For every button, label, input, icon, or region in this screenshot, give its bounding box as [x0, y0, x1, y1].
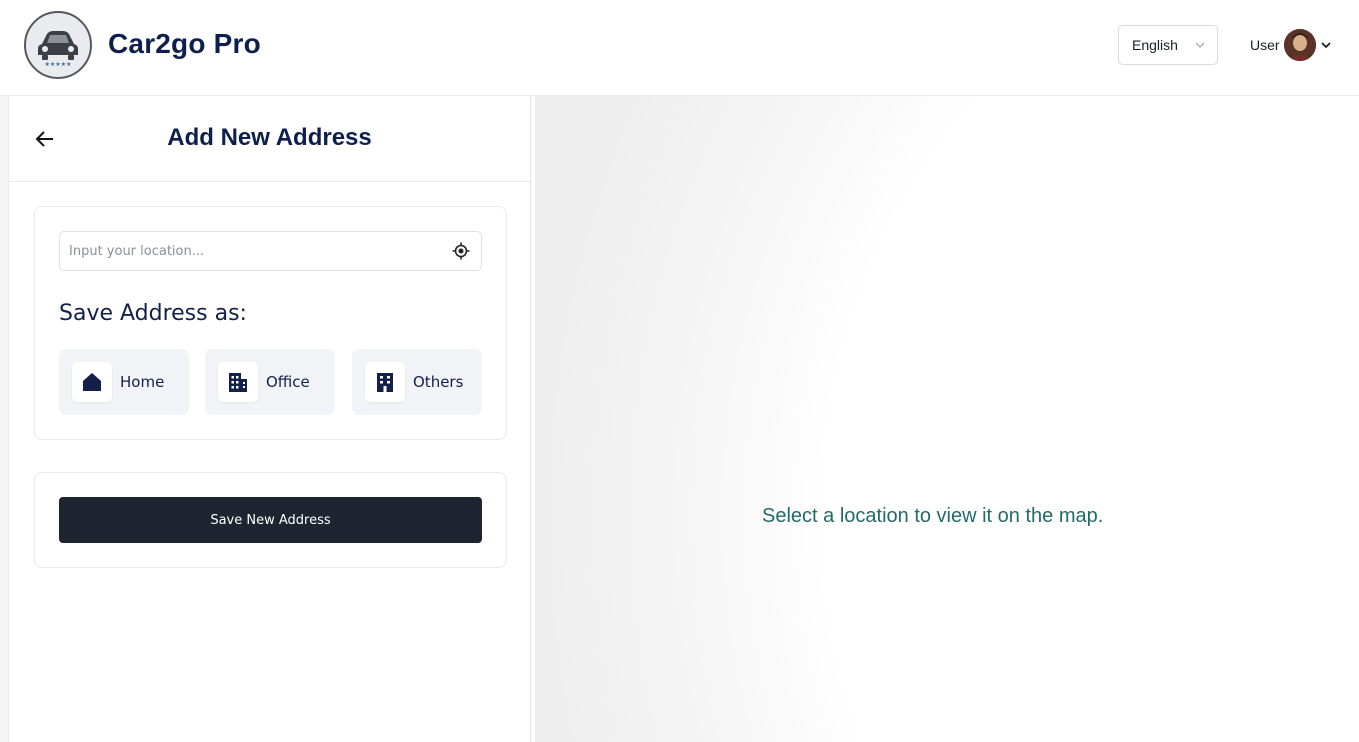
user-avatar	[1283, 29, 1316, 61]
building-icon	[365, 362, 405, 402]
crosshair-icon[interactable]	[452, 242, 470, 260]
user-menu[interactable]: User	[1250, 28, 1332, 62]
chevron-down-icon	[1195, 42, 1205, 48]
home-icon	[72, 362, 112, 402]
car-logo-icon[interactable]: ★★★★★	[24, 11, 92, 79]
location-input-wrapper	[59, 231, 482, 271]
address-form-card: Save Address as: Home	[34, 206, 507, 440]
address-type-home[interactable]: Home	[59, 349, 189, 415]
address-type-label: Office	[266, 373, 310, 391]
save-as-heading: Save Address as:	[59, 301, 247, 326]
page-title: Add New Address	[167, 124, 372, 151]
brand-name: Car2go Pro	[108, 28, 261, 59]
user-label: User	[1250, 37, 1280, 53]
save-card: Save New Address	[34, 472, 507, 568]
building-icon	[218, 362, 258, 402]
top-header: ★★★★★ Car2go Pro English User	[0, 0, 1359, 96]
address-panel: Add New Address Save Address as: Home	[8, 96, 531, 742]
location-input[interactable]	[69, 232, 439, 270]
map-placeholder-text: Select a location to view it on the map.	[762, 505, 1104, 527]
address-type-label: Others	[413, 373, 464, 391]
language-value: English	[1132, 37, 1178, 53]
chevron-down-icon	[1320, 42, 1331, 49]
map-area[interactable]	[535, 96, 1359, 742]
language-select[interactable]: English	[1118, 25, 1218, 65]
address-type-label: Home	[120, 373, 165, 391]
svg-text:★★★★★: ★★★★★	[45, 61, 72, 68]
save-address-button[interactable]: Save New Address	[59, 497, 482, 543]
address-type-office[interactable]: Office	[205, 349, 335, 415]
left-gutter	[0, 96, 8, 742]
panel-header: Add New Address	[9, 96, 530, 182]
address-type-others[interactable]: Others	[352, 349, 482, 415]
